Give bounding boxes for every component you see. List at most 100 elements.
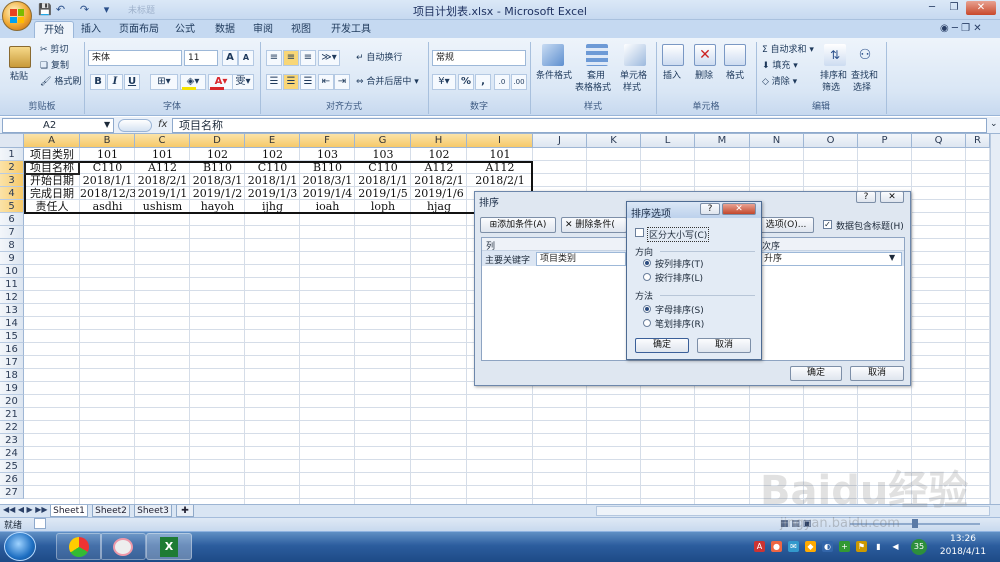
column-header-l[interactable]: L [641, 134, 695, 148]
cell-a1[interactable]: 项目类别 [24, 148, 80, 161]
column-header-g[interactable]: G [355, 134, 411, 148]
column-header-c[interactable]: C [135, 134, 190, 148]
cell-g3[interactable]: 2018/1/1 [355, 174, 411, 187]
cell-f2[interactable]: B110 [300, 161, 355, 174]
zoom-slider-thumb[interactable] [912, 519, 918, 528]
cell-a2[interactable]: 项目名称 [24, 161, 80, 174]
tab-view[interactable]: 视图 [286, 21, 316, 38]
cell-c2[interactable]: A112 [135, 161, 190, 174]
minimize-icon[interactable]: ─ [924, 1, 940, 15]
column-header-e[interactable]: E [245, 134, 300, 148]
order-combo[interactable]: 升序 [760, 252, 902, 266]
case-sensitive-checkbox[interactable] [635, 228, 644, 237]
row-header-25[interactable]: 25 [0, 460, 24, 473]
table-format-button-line2[interactable]: 表格格式 [575, 82, 611, 94]
cell-style-icon[interactable] [624, 44, 646, 66]
macro-record-icon[interactable] [34, 518, 46, 529]
decrease-indent-icon[interactable]: ⇤ [318, 74, 334, 90]
tray-icon[interactable]: ◐ [822, 541, 833, 552]
row-header-20[interactable]: 20 [0, 395, 24, 408]
close-icon[interactable]: ✕ [966, 1, 996, 15]
cell-g1[interactable]: 103 [355, 148, 411, 161]
row-header-4[interactable]: 4 [0, 187, 24, 200]
column-header-j[interactable]: J [533, 134, 587, 148]
cell-g2[interactable]: C110 [355, 161, 411, 174]
column-header-q[interactable]: Q [912, 134, 966, 148]
tray-icon[interactable]: A [754, 541, 765, 552]
italic-button[interactable]: I [107, 74, 123, 90]
cell-e2[interactable]: C110 [245, 161, 300, 174]
column-header-n[interactable]: N [750, 134, 804, 148]
cell-a4[interactable]: 完成日期 [24, 187, 80, 200]
start-button[interactable] [4, 532, 36, 561]
row-header-18[interactable]: 18 [0, 369, 24, 382]
row-header-21[interactable]: 21 [0, 408, 24, 421]
row-header-26[interactable]: 26 [0, 473, 24, 486]
cell-d4[interactable]: 2019/1/2 [190, 187, 245, 200]
vertical-scrollbar[interactable] [990, 134, 1000, 504]
by-column-radio[interactable] [643, 259, 651, 267]
format-cells-button[interactable]: 格式 [726, 70, 744, 82]
tab-insert[interactable]: 插入 [76, 21, 106, 38]
add-level-button[interactable]: ⊞添加条件(A) [480, 217, 556, 233]
row-header-5[interactable]: 5 [0, 200, 24, 213]
column-header-a[interactable]: A [24, 134, 80, 148]
merge-center-button[interactable]: ⇔ 合并后居中 ▾ [356, 76, 419, 88]
cell-i3[interactable]: 2018/2/1 [467, 174, 533, 187]
paste-button[interactable]: 粘贴 [10, 71, 28, 83]
insert-cells-icon[interactable] [662, 44, 684, 66]
insert-sheet-icon[interactable]: ✚ [176, 505, 194, 517]
cell-f1[interactable]: 103 [300, 148, 355, 161]
cell-g5[interactable]: loph [355, 200, 411, 213]
cell-h2[interactable]: A112 [411, 161, 467, 174]
row-header-11[interactable]: 11 [0, 278, 24, 291]
horizontal-scrollbar[interactable] [596, 506, 990, 516]
view-buttons[interactable]: ▦ ▤ ▣ [780, 519, 811, 529]
cell-b5[interactable]: asdhi [80, 200, 135, 213]
table-format-button-line1[interactable]: 套用 [587, 70, 605, 82]
row-header-8[interactable]: 8 [0, 239, 24, 252]
cell-h1[interactable]: 102 [411, 148, 467, 161]
find-select-button-line2[interactable]: 选择 [853, 82, 871, 94]
cell-style-button-line2[interactable]: 样式 [623, 82, 641, 94]
paste-icon[interactable] [9, 46, 31, 68]
redo-icon[interactable]: ↷ [78, 3, 91, 16]
cell-c5[interactable]: ushism [135, 200, 190, 213]
wrap-text-button[interactable]: ↵ 自动换行 [356, 52, 402, 64]
fill-button[interactable]: ⬇ 填充 ▾ [762, 60, 798, 72]
column-header-b[interactable]: B [80, 134, 135, 148]
cell-e1[interactable]: 102 [245, 148, 300, 161]
column-header-k[interactable]: K [587, 134, 641, 148]
row-header-27[interactable]: 27 [0, 486, 24, 499]
cell-d2[interactable]: B110 [190, 161, 245, 174]
restore-icon[interactable]: ❐ [946, 1, 962, 15]
header-checkbox[interactable]: ✓ [823, 220, 832, 229]
cell-h4[interactable]: 2019/1/6 [411, 187, 467, 200]
cell-f3[interactable]: 2018/3/1 [300, 174, 355, 187]
cell-e5[interactable]: ijhg [245, 200, 300, 213]
undo-icon[interactable]: ↶ [54, 3, 67, 16]
column-header-m[interactable]: M [695, 134, 750, 148]
number-format-combo[interactable]: 常规 [432, 50, 526, 66]
by-row-radio[interactable] [643, 273, 651, 281]
formula-expand-button[interactable] [118, 119, 152, 132]
shrink-font-button[interactable]: A [238, 50, 254, 66]
save-icon[interactable]: 💾 [38, 3, 52, 16]
cell-h3[interactable]: 2018/2/1 [411, 174, 467, 187]
sort-dialog-help[interactable]: ? [856, 191, 876, 203]
underline-button[interactable]: U [124, 74, 140, 90]
taskbar-chrome[interactable] [56, 533, 102, 560]
tray-icon[interactable]: + [839, 541, 850, 552]
network-icon[interactable]: ▮ [873, 541, 884, 552]
font-name-combo[interactable]: 宋体 [88, 50, 182, 66]
sort-ok-button[interactable]: 确定 [790, 366, 842, 381]
sheet-tab-3[interactable]: Sheet3 [134, 505, 172, 517]
taskbar-excel[interactable]: X [146, 533, 192, 560]
sort-filter-icon[interactable]: ⇅ [824, 44, 846, 66]
tab-page-layout[interactable]: 页面布局 [112, 21, 166, 38]
cell-d1[interactable]: 102 [190, 148, 245, 161]
cell-g4[interactable]: 2019/1/5 [355, 187, 411, 200]
align-bottom-icon[interactable]: ≡ [300, 50, 316, 66]
cut-button[interactable]: ✂ 剪切 [40, 44, 68, 56]
row-header-24[interactable]: 24 [0, 447, 24, 460]
